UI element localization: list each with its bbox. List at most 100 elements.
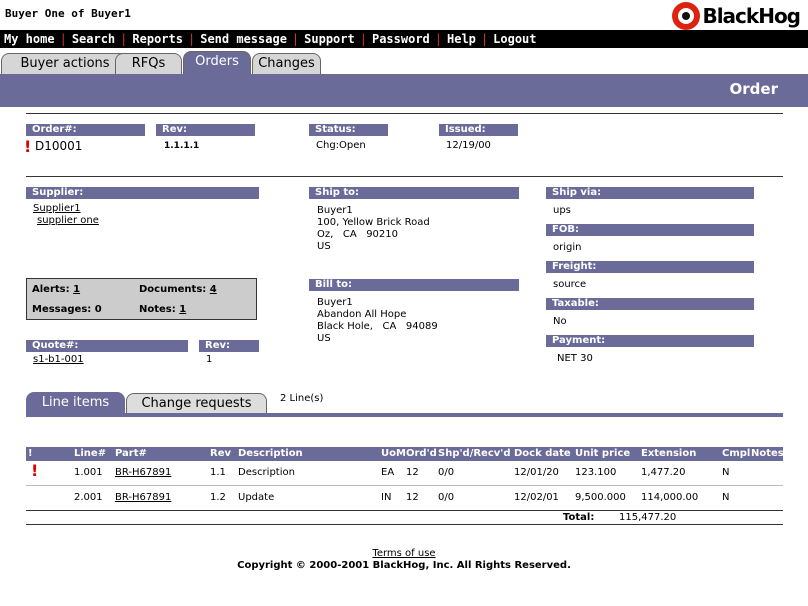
row-shpd: 0/0 [438, 492, 455, 503]
documents-item: Documents: 4 [139, 284, 217, 295]
messages-item: Messages: 0 [32, 304, 102, 315]
table-header: ! Line# Part# Rev Description UoM Ord'd … [26, 447, 784, 461]
supplier-code-link[interactable]: Supplier1 [33, 203, 81, 215]
line-items-bar [26, 413, 783, 417]
quote-rev-label: Rev: [199, 340, 259, 352]
bill-to-label: Bill to: [309, 279, 519, 291]
logo-icon [672, 2, 701, 30]
col-dock-date: Dock date [514, 448, 571, 459]
col-extension: Extension [641, 448, 697, 459]
col-alert: ! [28, 448, 33, 459]
row-extension: 114,000.00 [641, 492, 699, 503]
row-dock-date: 12/01/20 [514, 467, 559, 478]
row-ordd: 12 [406, 467, 419, 478]
ship-via-value: ups [553, 205, 571, 216]
status-label: Status: [309, 124, 388, 136]
divider [26, 176, 783, 177]
nav-search[interactable]: Search [72, 32, 115, 46]
status-value: Chg:Open [316, 140, 366, 151]
col-shpd: Shp'd/Recv'd [438, 448, 511, 459]
terms-of-use-link[interactable]: Terms of use [372, 548, 435, 559]
bill-to-line: Black Hole, CA 94089 [317, 321, 438, 332]
col-cmpl: Cmpl [722, 448, 751, 459]
bill-to-line: Abandon All Hope [317, 309, 407, 320]
rev-label: Rev: [156, 124, 255, 136]
nav-password[interactable]: Password [372, 32, 430, 46]
row-cmpl: N [722, 492, 730, 503]
row-line: 1.001 [74, 467, 103, 478]
ship-to-line: US [317, 241, 331, 252]
nav-support[interactable]: Support [304, 32, 355, 46]
page-title: Order [729, 80, 778, 98]
nav-my-home[interactable]: My home [4, 32, 55, 46]
order-number-label: Order#: [26, 124, 145, 136]
table-row: ! 1.001 BR-H67891 1.1 Description EA 12 … [26, 461, 783, 485]
alert-icon: ! [24, 137, 32, 156]
divider [26, 113, 783, 114]
row-part-link[interactable]: BR-H67891 [115, 491, 171, 505]
heading-bar [0, 74, 808, 107]
row-uom: EA [381, 467, 395, 478]
ship-to-line: 100, Yellow Brick Road [317, 217, 430, 228]
tab-change-requests[interactable]: Change requests [126, 393, 267, 414]
table-bottom-divider [26, 524, 783, 525]
alerts-summary-box: Alerts: 1 Documents: 4 Messages: 0 Notes… [26, 278, 257, 320]
row-rev: 1.2 [210, 492, 226, 503]
tab-changes[interactable]: Changes [252, 53, 321, 74]
nav-logout[interactable]: Logout [493, 32, 536, 46]
row-extension: 1,477.20 [641, 467, 686, 478]
col-part: Part# [115, 448, 147, 459]
issued-label: Issued: [439, 124, 518, 136]
taxable-label: Taxable: [546, 298, 754, 310]
row-rev: 1.1 [210, 467, 226, 478]
blackhog-logo: BlackHog [672, 1, 801, 31]
row-ordd: 12 [406, 492, 419, 503]
quote-link[interactable]: s1-b1-001 [33, 354, 84, 366]
freight-label: Freight: [546, 261, 754, 273]
tab-buyer-actions[interactable]: Buyer actions [1, 53, 129, 74]
row-dock-date: 12/02/01 [514, 492, 559, 503]
col-ordd: Ord'd [406, 448, 437, 459]
col-rev: Rev [210, 448, 232, 459]
fob-value: origin [553, 242, 582, 253]
issued-value: 12/19/00 [446, 140, 491, 151]
row-uom: IN [381, 492, 392, 503]
footer: Terms of use [0, 548, 808, 559]
alerts-count-link[interactable]: 1 [73, 284, 80, 295]
col-unit-price: Unit price [575, 448, 631, 459]
nav-send-message[interactable]: Send message [200, 32, 287, 46]
window-title: Buyer One of Buyer1 [5, 7, 131, 20]
quote-label: Quote#: [26, 340, 188, 352]
total-value: 115,477.20 [619, 512, 677, 523]
documents-count-link[interactable]: 4 [210, 284, 217, 295]
tab-line-items[interactable]: Line items [26, 392, 125, 414]
top-nav: My home | Search | Reports | Send message | … [0, 30, 808, 48]
messages-count: 0 [94, 304, 102, 315]
nav-reports[interactable]: Reports [132, 32, 183, 46]
freight-value: source [553, 279, 587, 290]
col-uom: UoM [381, 448, 406, 459]
tab-rfqs[interactable]: RFQs [115, 53, 182, 74]
copyright: Copyright © 2000-2001 BlackHog, Inc. All… [237, 560, 571, 571]
row-unit-price: 9,500.000 [575, 492, 626, 503]
notes-count-link[interactable]: 1 [179, 304, 186, 315]
ship-via-label: Ship via: [546, 187, 754, 199]
ship-to-line: Buyer1 [317, 205, 353, 216]
nav-help[interactable]: Help [447, 32, 476, 46]
row-cmpl: N [722, 467, 730, 478]
ship-to-label: Ship to: [309, 187, 519, 199]
alerts-item: Alerts: 1 [32, 284, 81, 295]
ship-to-line: Oz, CA 90210 [317, 229, 399, 240]
row-description: Update [238, 492, 275, 503]
tab-orders[interactable]: Orders [183, 51, 251, 74]
table-divider [26, 510, 783, 511]
row-part-link[interactable]: BR-H67891 [115, 466, 171, 480]
col-description: Description [238, 448, 303, 459]
col-line: Line# [74, 448, 107, 459]
table-row: 2.001 BR-H67891 1.2 Update IN 12 0/0 12/… [26, 486, 783, 510]
line-count: 2 Line(s) [280, 393, 324, 404]
row-line: 2.001 [74, 492, 103, 503]
order-number-value: D10001 [35, 139, 83, 153]
col-notes: Notes [751, 448, 784, 459]
supplier-name-link[interactable]: supplier one [37, 215, 99, 227]
